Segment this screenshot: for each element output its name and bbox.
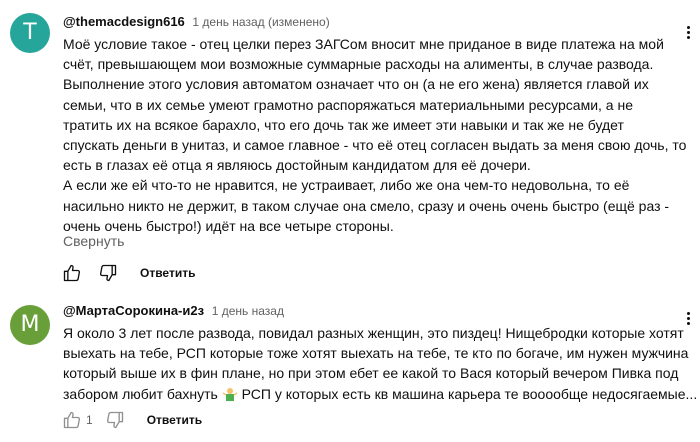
comment-line: есть в глазах её отца я являюсь достойны… xyxy=(63,157,531,174)
comment-line: забором любит бахнуть РСП у которых есть… xyxy=(63,384,697,404)
thumbs-up-icon[interactable] xyxy=(60,408,84,432)
comment-line: спускать деньги в унитаз, и самое главно… xyxy=(63,137,687,154)
comment-line: выехать на тебе, РСП которые тоже хотят … xyxy=(63,345,689,362)
collapse-button[interactable]: Свернуть xyxy=(63,233,124,249)
avatar[interactable]: T xyxy=(10,13,50,53)
reply-button[interactable]: Ответить xyxy=(147,413,202,427)
thumbs-down-icon[interactable] xyxy=(103,408,127,432)
comment-actions: 1 Ответить xyxy=(60,408,202,432)
reply-button[interactable]: Ответить xyxy=(140,266,195,280)
comment-line: счёт, превышающем мои возможные суммарны… xyxy=(63,56,654,73)
like-count: 1 xyxy=(86,413,93,427)
comment-line: Выполнение этого условия автоматом означ… xyxy=(63,76,649,93)
timestamp[interactable]: 1 день назад (изменено) xyxy=(192,15,329,29)
comment-line-part: РСП у которых есть кв машина карьера те … xyxy=(237,385,698,402)
author-name[interactable]: @МартаСорокина-и2з xyxy=(63,303,204,318)
comment-line: тратить их на всякое барахло, что его до… xyxy=(63,116,624,133)
comment-line: Моё условие такое - отец целки перез ЗАГ… xyxy=(63,36,664,52)
comment-line: Я около 3 лет после развода, повидал раз… xyxy=(63,325,684,341)
author-name[interactable]: @themacdesign616 xyxy=(63,14,185,29)
more-actions-icon[interactable] xyxy=(681,24,695,44)
comment-line: семьи, что в их семье умеют грамотно рас… xyxy=(63,96,634,113)
comment-line-part: забором любит бахнуть xyxy=(63,385,218,402)
comment-line: насильно никто не держит, в таком случае… xyxy=(63,197,670,214)
comment-line: очень очень быстро!) идёт на все четыре … xyxy=(63,217,394,234)
avatar[interactable]: M xyxy=(10,305,50,345)
comment-line: А если же ей что-то не нравится, не устр… xyxy=(63,177,630,194)
comment-text: Моё условие такое - отец целки перез ЗАГ… xyxy=(63,34,687,236)
timestamp[interactable]: 1 день назад xyxy=(212,304,284,318)
comment-text: Я около 3 лет после развода, повидал раз… xyxy=(63,323,697,404)
comment-header: @themacdesign616 1 день назад (изменено) xyxy=(63,14,330,29)
comment-actions: Ответить xyxy=(60,261,195,285)
comment-header: @МартаСорокина-и2з 1 день назад xyxy=(63,303,284,318)
person-shrugging-emoji xyxy=(222,386,238,401)
comment-line: который выше их в фин плане, но при этом… xyxy=(63,365,679,382)
thumbs-down-icon[interactable] xyxy=(96,261,120,285)
thumbs-up-icon[interactable] xyxy=(60,261,84,285)
